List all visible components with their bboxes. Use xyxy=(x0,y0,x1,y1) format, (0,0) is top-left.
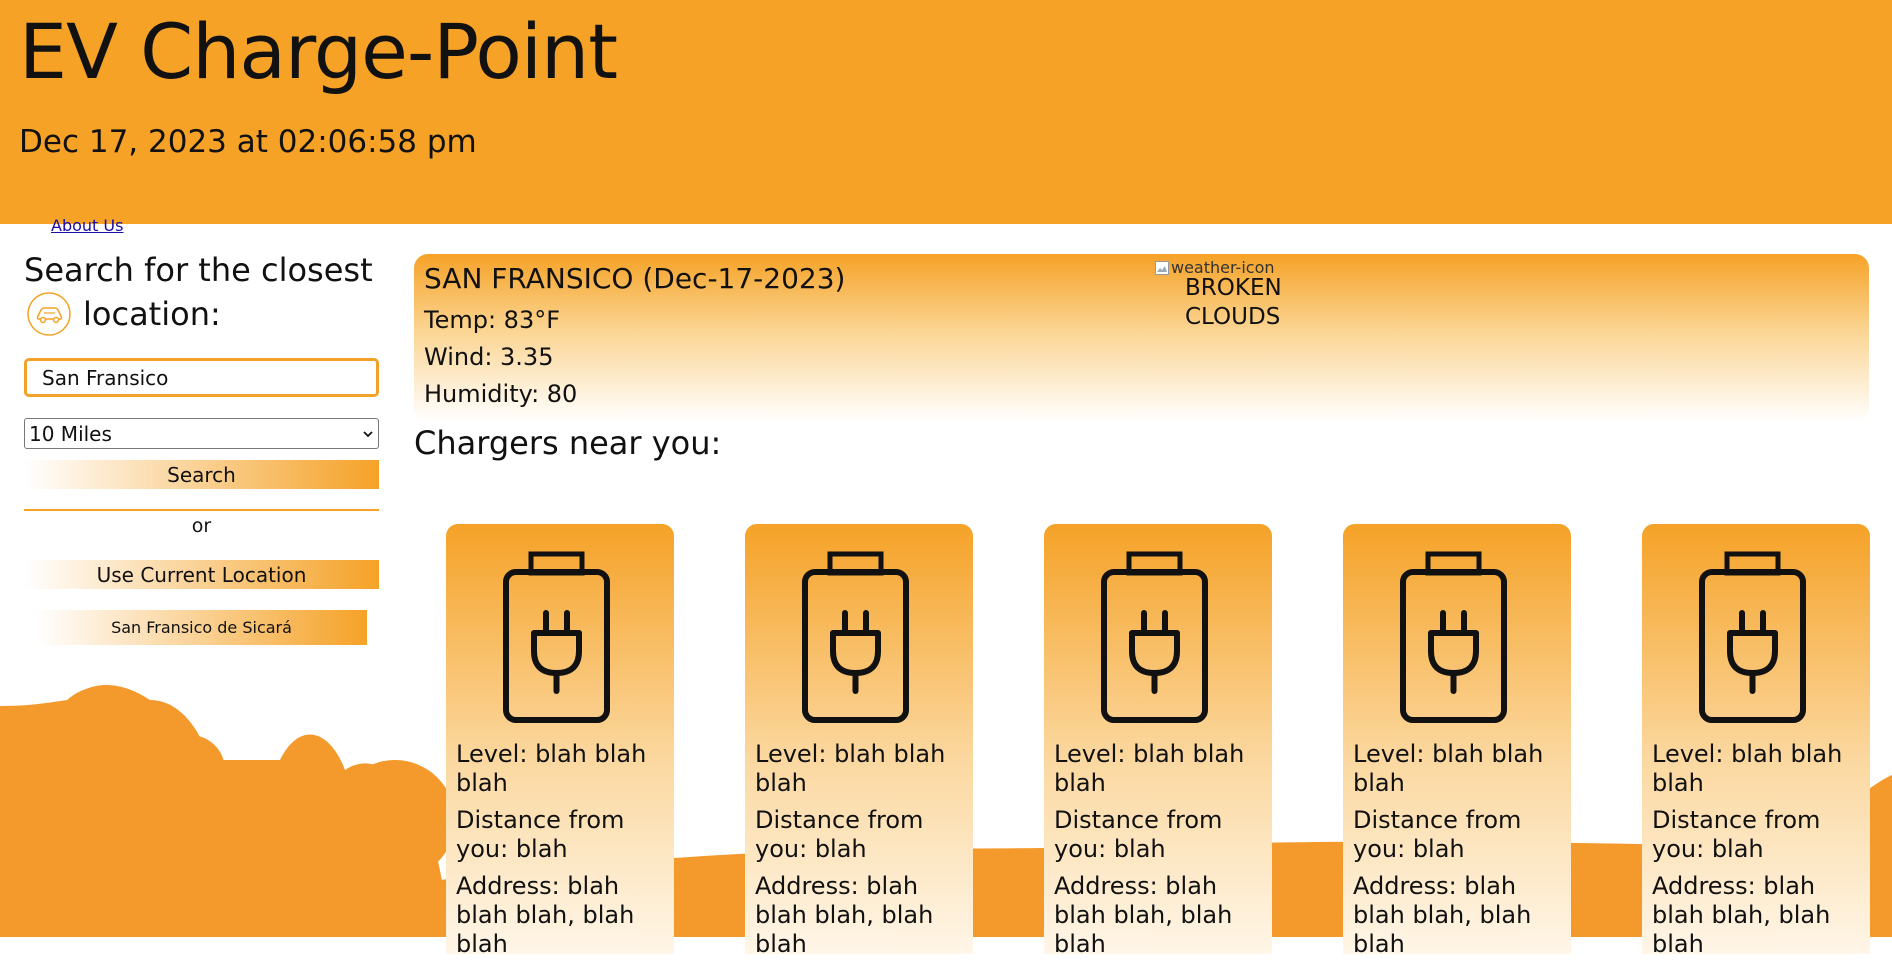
charger-address: Address: blah blah blah, blah blah xyxy=(755,872,934,958)
divider xyxy=(24,509,379,511)
chargers-heading: Chargers near you: xyxy=(414,424,722,462)
charger-card: Level: blah blah blah Distance from you: … xyxy=(745,524,973,958)
charger-level: Level: blah blah blah xyxy=(755,740,946,797)
search-sidebar: Search for the closest location: 10 Mile… xyxy=(24,250,379,645)
broken-image-icon xyxy=(1155,260,1169,275)
charger-details: Level: blah blah blah Distance from you: … xyxy=(456,740,671,967)
weather-panel: SAN FRANSICO (Dec-17-2023) Temp: 83°F Wi… xyxy=(414,254,1869,422)
site-header: EV Charge-Point Dec 17, 2023 at 02:06:58… xyxy=(0,0,1892,224)
weather-temp: Temp: 83°F xyxy=(424,306,561,334)
charger-level: Level: blah blah blah xyxy=(1652,740,1843,797)
search-heading-line2: location: xyxy=(83,295,221,333)
charger-card: Level: blah blah blah Distance from you: … xyxy=(1343,524,1571,958)
weather-city-date: SAN FRANSICO (Dec-17-2023) xyxy=(424,262,846,295)
charger-details: Level: blah blah blah Distance from you: … xyxy=(1353,740,1568,967)
battery-plug-icon xyxy=(1400,551,1507,723)
charger-level: Level: blah blah blah xyxy=(1353,740,1544,797)
charger-details: Level: blah blah blah Distance from you: … xyxy=(1652,740,1867,967)
charger-address: Address: blah blah blah, blah blah xyxy=(456,872,635,958)
charger-distance: Distance from you: blah xyxy=(755,806,924,863)
or-separator: or xyxy=(191,515,212,537)
car-icon xyxy=(27,292,71,336)
city-search-input[interactable] xyxy=(24,358,379,397)
charger-level: Level: blah blah blah xyxy=(1054,740,1245,797)
charger-level: Level: blah blah blah xyxy=(456,740,647,797)
weather-wind: Wind: 3.35 xyxy=(424,343,554,371)
search-button[interactable]: Search xyxy=(24,460,379,489)
search-heading-line2-row: location: xyxy=(24,291,379,337)
charger-card: Level: blah blah blah Distance from you: … xyxy=(1642,524,1870,958)
city-suggestion-button[interactable]: San Fransico de Sicará xyxy=(36,610,367,645)
charger-address: Address: blah blah blah, blah blah xyxy=(1652,872,1831,958)
site-title: EV Charge-Point xyxy=(19,7,618,96)
radius-select[interactable]: 10 Miles xyxy=(24,418,379,449)
battery-plug-icon xyxy=(1699,551,1806,723)
radius-selected-value: 10 Miles xyxy=(29,421,112,446)
chevron-down-icon xyxy=(363,430,373,437)
charger-distance: Distance from you: blah xyxy=(456,806,625,863)
charger-details: Level: blah blah blah Distance from you: … xyxy=(755,740,970,967)
charger-distance: Distance from you: blah xyxy=(1054,806,1223,863)
search-heading-line1: Search for the closest xyxy=(24,251,373,289)
charger-address: Address: blah blah blah, blah blah xyxy=(1054,872,1233,958)
search-heading: Search for the closest location: xyxy=(24,250,379,337)
charger-distance: Distance from you: blah xyxy=(1353,806,1522,863)
charger-details: Level: blah blah blah Distance from you: … xyxy=(1054,740,1269,967)
charger-distance: Distance from you: blah xyxy=(1652,806,1821,863)
battery-plug-icon xyxy=(503,551,610,723)
current-datetime: Dec 17, 2023 at 02:06:58 pm xyxy=(19,124,477,160)
charger-card: Level: blah blah blah Distance from you: … xyxy=(1044,524,1272,958)
battery-plug-icon xyxy=(1101,551,1208,723)
weather-humidity: Humidity: 80 xyxy=(424,380,578,408)
charger-address: Address: blah blah blah, blah blah xyxy=(1353,872,1532,958)
battery-plug-icon xyxy=(802,551,909,723)
charger-card: Level: blah blah blah Distance from you: … xyxy=(446,524,674,958)
about-us-link[interactable]: About Us xyxy=(51,216,123,235)
use-current-location-button[interactable]: Use Current Location xyxy=(24,560,379,589)
weather-description: BROKEN CLOUDS xyxy=(1185,275,1282,330)
